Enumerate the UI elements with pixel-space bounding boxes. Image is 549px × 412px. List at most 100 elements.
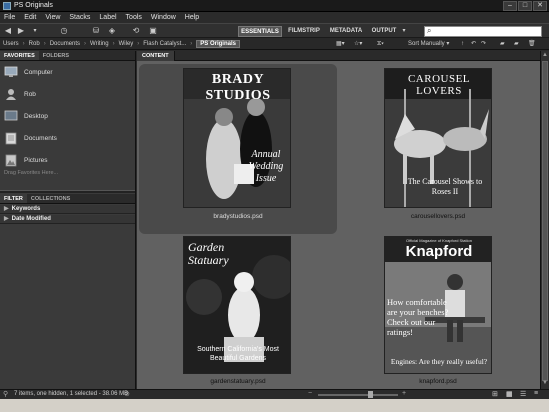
- menu-tools[interactable]: Tools: [126, 14, 142, 21]
- thumbnail-filename: carousellovers.psd: [410, 213, 466, 220]
- breadcrumb: Users › Rob › Documents › Writing › Wiley › F…: [3, 40, 240, 48]
- cover-title: Knapford: [405, 243, 473, 260]
- menu-file[interactable]: File: [4, 14, 15, 21]
- workspace-menu-chevron-icon[interactable]: ▾: [400, 26, 408, 36]
- view-details-icon[interactable]: ☰: [520, 390, 526, 398]
- scrollbar-thumb[interactable]: [542, 61, 548, 381]
- cover-text: Annual Wedding Issue: [248, 149, 284, 184]
- tab-filter[interactable]: FILTER: [0, 194, 27, 203]
- menu-help[interactable]: Help: [185, 14, 199, 21]
- forward-icon[interactable]: ▶: [16, 26, 26, 36]
- workspace-tab-essentials[interactable]: ESSENTIALS: [238, 26, 282, 37]
- path-bar: Users › Rob › Documents › Writing › Wiley › F…: [0, 38, 549, 50]
- tab-content[interactable]: CONTENT: [137, 51, 175, 61]
- favorite-documents[interactable]: Documents: [0, 127, 135, 149]
- thumbnail-filename: gardenstatuary.psd: [210, 378, 266, 385]
- sort-label: Sort Manually: [408, 41, 445, 47]
- menu-edit[interactable]: Edit: [24, 14, 36, 21]
- thumbnail-filename: knapford.psd: [419, 378, 457, 385]
- cover-title: BRADY STUDIOS: [205, 72, 271, 103]
- search-input[interactable]: [437, 27, 541, 36]
- status-text: 7 items, one hidden, 1 selected - 38.06 …: [14, 391, 129, 397]
- cover-footer: Engines: Are they really useful?: [390, 357, 488, 366]
- breadcrumb-documents[interactable]: Documents: [50, 41, 80, 47]
- favorite-desktop[interactable]: Desktop: [0, 105, 135, 127]
- pin-icon[interactable]: ⚲: [3, 390, 8, 398]
- open-recent-folder-icon[interactable]: ▰: [500, 39, 505, 49]
- favorite-pictures[interactable]: Pictures: [0, 149, 135, 171]
- star-filter-icon[interactable]: ☆▾: [354, 39, 362, 49]
- zoom-in-icon[interactable]: +: [402, 390, 406, 397]
- filter-items-icon[interactable]: ⧖▾: [377, 39, 384, 49]
- menu-window[interactable]: Window: [151, 14, 176, 21]
- scroll-down-icon[interactable]: ▼: [541, 380, 549, 388]
- search-box[interactable]: ⌕: [424, 26, 542, 37]
- sort-dropdown[interactable]: Sort Manually ▾: [408, 39, 449, 49]
- sort-ascending-icon[interactable]: ↑: [461, 39, 464, 49]
- expand-triangle-icon: ▶: [4, 206, 9, 212]
- recent-files-icon[interactable]: ◷: [58, 26, 70, 36]
- open-in-camera-raw-icon[interactable]: ▣: [146, 26, 160, 36]
- delete-icon[interactable]: 🗑: [528, 39, 536, 49]
- rotate-left-icon[interactable]: ↶: [471, 39, 476, 49]
- back-icon[interactable]: ◀: [3, 26, 13, 36]
- tab-collections[interactable]: COLLECTIONS: [27, 194, 74, 203]
- documents-icon: [4, 132, 18, 145]
- thumbnail-quality-icon[interactable]: ▦▾: [336, 39, 345, 49]
- panel-divider[interactable]: [0, 190, 135, 193]
- view-lock-icon[interactable]: ⊞: [492, 390, 498, 398]
- breadcrumb-writing[interactable]: Writing: [90, 41, 109, 47]
- status-bar: ⚲ ⊘ 7 items, one hidden, 1 selected - 38…: [0, 389, 549, 399]
- view-thumbnails-icon[interactable]: ▦: [506, 390, 513, 398]
- pictures-icon: [4, 154, 18, 167]
- breadcrumb-flash-catalyst[interactable]: Flash Catalyst...: [143, 41, 186, 47]
- content-panel: CONTENT BRADY STUDIOS Annual Wedding Iss…: [137, 51, 540, 389]
- thumbnail-size-slider[interactable]: [318, 391, 398, 398]
- scroll-up-icon[interactable]: ▲: [541, 52, 549, 60]
- maximize-button[interactable]: □: [518, 1, 532, 11]
- favorite-rob[interactable]: Rob: [0, 83, 135, 105]
- favorite-computer[interactable]: Computer: [0, 61, 135, 83]
- workspace-tab-filmstrip[interactable]: FILMSTRIP: [284, 26, 324, 37]
- filter-label: Keywords: [11, 206, 41, 212]
- favorite-label: Desktop: [24, 112, 48, 120]
- filter-keywords[interactable]: ▶ Keywords: [0, 205, 135, 214]
- favorites-folders-tabs: FAVORITES FOLDERS: [0, 51, 135, 61]
- history-dropdown-icon[interactable]: ▾: [30, 26, 40, 36]
- thumbnail-knapford[interactable]: Official Magazine of Knapford Station Kn…: [384, 236, 492, 374]
- filter-date-modified[interactable]: ▶ Date Modified: [0, 215, 135, 224]
- rotate-icon[interactable]: ⟲: [130, 26, 142, 36]
- cover-text: The Carousel Shows to Roses II: [407, 177, 483, 196]
- tab-favorites[interactable]: FAVORITES: [0, 51, 39, 60]
- favorite-label: Pictures: [24, 156, 48, 164]
- thumbnail-gardenstatuary[interactable]: Garden Statuary Southern California's Mo…: [183, 236, 291, 374]
- camera-icon[interactable]: ⛁: [90, 26, 102, 36]
- breadcrumb-wiley[interactable]: Wiley: [119, 41, 134, 47]
- breadcrumb-users[interactable]: Users: [3, 41, 19, 47]
- zoom-out-icon[interactable]: −: [308, 390, 312, 397]
- close-button[interactable]: ✕: [533, 1, 547, 11]
- filter-collections-tabs: FILTER COLLECTIONS: [0, 194, 135, 204]
- workspace-tab-metadata[interactable]: METADATA: [327, 26, 365, 37]
- breadcrumb-rob[interactable]: Rob: [29, 41, 40, 47]
- slider-knob[interactable]: [368, 391, 373, 398]
- thumbnail-bradystudios[interactable]: BRADY STUDIOS Annual Wedding Issue: [183, 68, 291, 208]
- tab-folders[interactable]: FOLDERS: [39, 51, 73, 60]
- rotate-right-icon[interactable]: ↷: [481, 39, 486, 49]
- main-toolbar: ◀ ▶ ▾ ◷ ⛁ ◈ ⟲ ▣ ESSENTIALS FILMSTRIP MET…: [0, 23, 549, 38]
- desktop-icon: [4, 110, 18, 123]
- menu-view[interactable]: View: [45, 14, 60, 21]
- workspace-tab-output[interactable]: OUTPUT: [369, 26, 399, 37]
- view-list-icon[interactable]: ≡: [534, 390, 538, 397]
- content-tab-strip: CONTENT: [137, 51, 540, 61]
- minimize-button[interactable]: –: [503, 1, 517, 11]
- new-folder-icon[interactable]: ▰: [514, 39, 519, 49]
- menu-bar: File Edit View Stacks Label Tools Window…: [0, 12, 549, 23]
- cover-title: CAROUSEL LOVERS: [407, 73, 471, 97]
- refine-icon[interactable]: ◈: [106, 26, 118, 36]
- content-scrollbar[interactable]: ▲ ▼: [540, 51, 549, 389]
- breadcrumb-ps-originals[interactable]: PS Originals: [196, 40, 240, 48]
- menu-stacks[interactable]: Stacks: [69, 14, 90, 21]
- thumbnail-carousellovers[interactable]: CAROUSEL LOVERS The Carousel Shows to Ro…: [384, 68, 492, 208]
- menu-label[interactable]: Label: [99, 14, 116, 21]
